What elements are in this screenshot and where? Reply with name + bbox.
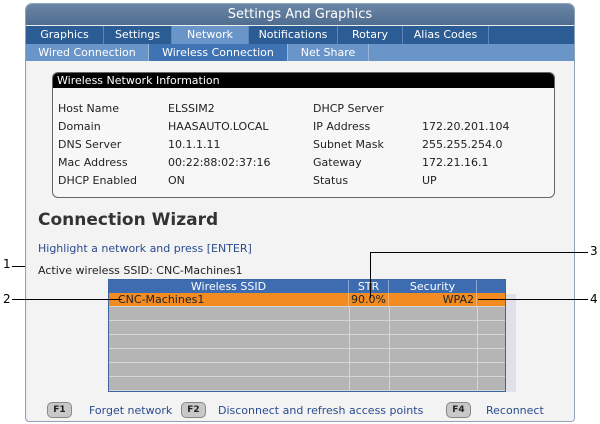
grid-divider [477,307,478,391]
network-row-empty[interactable] [109,307,505,321]
primary-tab-bar: Graphics Settings Network Notifications … [26,26,574,44]
column-header-ssid[interactable]: Wireless SSID [109,280,349,293]
wizard-instruction: Highlight a network and press [ENTER] [38,242,252,255]
active-ssid-text: Active wireless SSID: CNC-Machines1 [38,264,243,277]
grid-shadow [506,294,516,392]
tab-alias-codes[interactable]: Alias Codes [403,26,489,44]
secondary-tab-bar: Wired Connection Wireless Connection Net… [26,44,574,61]
grid-divider [349,307,350,391]
info-label: Gateway [313,156,362,169]
info-label: Domain [58,120,101,133]
info-value: 172.21.16.1 [422,156,489,169]
info-label: DHCP Enabled [58,174,138,187]
info-label: Status [313,174,349,187]
forget-network-label[interactable]: Forget network [89,402,172,419]
wireless-info-box: Wireless Network Information Host Name E… [52,72,555,198]
callout-4: 4 [590,292,598,306]
info-value: 172.20.201.104 [422,120,510,133]
f1-key[interactable]: F1 [47,402,72,418]
disconnect-refresh-label[interactable]: Disconnect and refresh access points [218,402,423,419]
info-value: HAASAUTO.LOCAL [168,120,269,133]
info-label: DHCP Server [313,102,384,115]
tab-settings[interactable]: Settings [104,26,172,44]
callout-2-line [12,299,122,300]
f2-key[interactable]: F2 [181,402,206,418]
connection-wizard-title: Connection Wizard [38,210,219,230]
info-value: 255.255.254.0 [422,138,503,151]
callout-2: 2 [3,292,11,306]
f4-key[interactable]: F4 [446,402,471,418]
tab-wireless-connection[interactable]: Wireless Connection [149,44,288,61]
info-label: IP Address [313,120,371,133]
info-label: Host Name [58,102,119,115]
tab-notifications[interactable]: Notifications [249,26,338,44]
callout-3-line [370,252,588,253]
wireless-info-header: Wireless Network Information [53,73,554,88]
column-header-filler [477,280,505,293]
tab-net-share[interactable]: Net Share [288,44,369,61]
wireless-network-list: Wireless SSID STR Security CNC-Machines1… [108,279,506,392]
callout-4-line [478,299,588,300]
network-row[interactable]: CNC-Machines1 90.0% WPA2 [109,293,505,307]
network-row-empty[interactable] [109,335,505,349]
network-strength: 90.0% [349,293,389,306]
network-row-empty[interactable] [109,377,505,391]
callout-3-vline [370,252,371,298]
grid-divider [389,307,390,391]
callout-3: 3 [590,244,598,258]
network-security: WPA2 [389,293,477,306]
tab-rotary[interactable]: Rotary [338,26,403,44]
column-header-str[interactable]: STR [349,280,389,293]
info-value: 10.1.1.11 [168,138,221,151]
info-value: ON [168,174,185,187]
info-value: ELSSIM2 [168,102,215,115]
info-value: UP [422,174,437,187]
info-label: DNS Server [58,138,122,151]
tab-network[interactable]: Network [172,26,249,44]
window-title: Settings And Graphics [26,4,574,25]
tab-wired-connection[interactable]: Wired Connection [26,44,149,61]
info-label: Mac Address [58,156,128,169]
network-row-empty[interactable] [109,321,505,335]
callout-1: 1 [3,257,11,271]
network-row-empty[interactable] [109,349,505,363]
network-row-empty[interactable] [109,363,505,377]
network-ssid: CNC-Machines1 [109,293,349,306]
reconnect-label[interactable]: Reconnect [486,402,544,419]
info-value: 00:22:88:02:37:16 [168,156,271,169]
tab-graphics[interactable]: Graphics [26,26,104,44]
column-header-security[interactable]: Security [389,280,477,293]
info-label: Subnet Mask [313,138,384,151]
